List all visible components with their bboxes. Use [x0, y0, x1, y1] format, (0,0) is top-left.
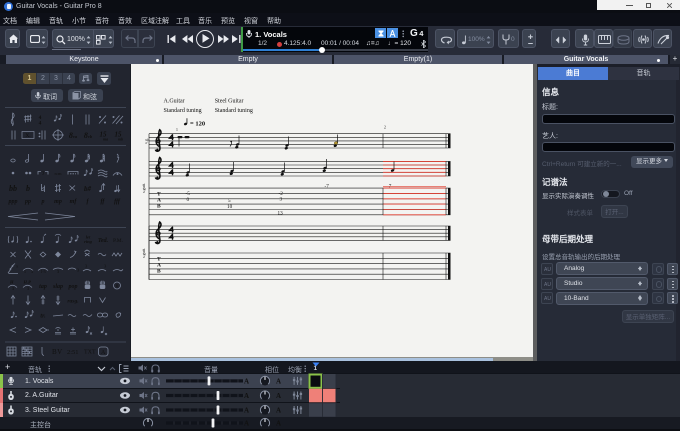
svg-text:slap: slap	[52, 284, 63, 290]
svg-text:1: 1	[24, 269, 26, 274]
svg-text:3: 3	[42, 172, 45, 177]
svg-text:10: 10	[227, 204, 233, 210]
svg-text:3: 3	[77, 268, 80, 273]
svg-text:2: 2	[384, 126, 386, 130]
svg-text:A: A	[276, 419, 281, 427]
svg-text:n:m: n:m	[54, 171, 62, 176]
svg-text:ma: ma	[103, 137, 108, 142]
svg-text:3: 3	[85, 264, 88, 269]
svg-text:A: A	[244, 377, 249, 385]
svg-text:P.M.: P.M.	[113, 238, 124, 244]
svg-text:3: 3	[104, 264, 107, 269]
svg-text:mp: mp	[54, 199, 62, 205]
svg-text:A: A	[244, 392, 249, 400]
svg-text:tap: tap	[39, 284, 47, 290]
svg-text:BV: BV	[52, 348, 63, 356]
svg-text:f: f	[87, 199, 90, 205]
svg-text:A: A	[244, 406, 249, 414]
svg-text:-7: -7	[325, 184, 330, 190]
svg-text:pop: pop	[68, 284, 78, 290]
svg-text:A.Guitar: A.Guitar	[164, 99, 185, 105]
svg-text:rasg.: rasg.	[67, 299, 78, 305]
svg-text:2:51: 2:51	[67, 349, 79, 356]
svg-text:s.guit.: s.guit.	[141, 248, 146, 258]
svg-text:ppp: ppp	[8, 199, 18, 205]
svg-text:H: H	[9, 280, 14, 285]
svg-text:p: p	[41, 199, 45, 205]
svg-text:b: b	[26, 184, 30, 193]
svg-text:3: 3	[57, 269, 60, 274]
svg-text:x: x	[16, 264, 19, 269]
svg-text:ring: ring	[84, 239, 93, 244]
svg-text:mb: mb	[118, 137, 123, 142]
svg-text:A: A	[101, 350, 106, 356]
svg-text:H.P: H.P	[23, 280, 32, 285]
svg-text:pp: pp	[24, 199, 31, 205]
svg-text:bb: bb	[9, 184, 17, 193]
svg-text:A: A	[276, 406, 281, 414]
svg-text:v.g.: v.g.	[144, 138, 149, 144]
svg-text:0: 0	[187, 197, 190, 203]
svg-text:3: 3	[12, 286, 14, 291]
svg-text:Standard tuning: Standard tuning	[164, 108, 202, 114]
svg-text:mf: mf	[70, 199, 78, 205]
svg-text:B: B	[157, 269, 161, 275]
svg-text:X.: X.	[25, 133, 31, 139]
svg-text:1: 1	[176, 128, 178, 132]
svg-text:s.guit.: s.guit.	[141, 183, 146, 193]
svg-text:13: 13	[278, 211, 284, 217]
svg-text:b#: b#	[84, 185, 92, 193]
svg-text:= 120: = 120	[190, 121, 205, 128]
svg-text:B: B	[157, 204, 161, 210]
svg-text:A: A	[276, 392, 281, 400]
svg-text:3: 3	[27, 286, 29, 291]
svg-text:1-3: 1-3	[40, 269, 45, 274]
svg-text:Standard tuning: Standard tuning	[215, 108, 253, 114]
svg-text:3: 3	[280, 197, 283, 203]
svg-text:TXT: TXT	[84, 350, 96, 356]
svg-text:A: A	[276, 377, 281, 385]
svg-text:tr.: tr.	[40, 314, 46, 320]
svg-text:ff: ff	[101, 199, 106, 205]
svg-text:8vb: 8vb	[84, 131, 93, 140]
svg-text:8va: 8va	[69, 131, 78, 140]
svg-text:Ted.: Ted.	[98, 238, 109, 244]
svg-text:A: A	[244, 419, 249, 427]
svg-text:3: 3	[31, 269, 33, 274]
svg-text:4: 4	[39, 121, 42, 127]
svg-text:fff: fff	[114, 199, 121, 205]
svg-text:Steel Guitar: Steel Guitar	[215, 99, 244, 105]
